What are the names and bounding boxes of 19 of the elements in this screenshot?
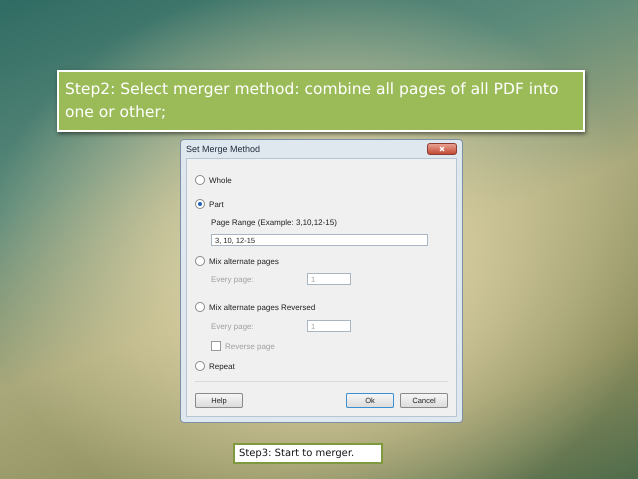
radio-button[interactable]	[195, 256, 205, 266]
step-banner: Step2: Select merger method: combine all pages of all PDF into one or other;	[57, 70, 585, 132]
option-label: Mix alternate pages	[209, 256, 279, 266]
window-title: Set Merge Method	[186, 144, 260, 154]
radio-button[interactable]	[195, 361, 205, 371]
field-label: Every page:	[211, 274, 255, 284]
field-label: Every page:	[211, 322, 255, 330]
radio-button[interactable]	[195, 199, 205, 209]
radio-button[interactable]	[195, 302, 205, 312]
field-label: Page Range (Example: 3,10,12-15)	[211, 218, 337, 226]
option-label: Whole	[209, 176, 232, 184]
checkbox-label: Reverse page	[225, 342, 275, 350]
close-icon	[439, 146, 445, 152]
step-caption: Step3: Start to merger.	[233, 443, 383, 464]
option-label: Repeat	[209, 362, 235, 370]
close-button[interactable]	[427, 143, 457, 155]
option-label: Part	[209, 200, 224, 208]
option-label: Mix alternate pages Reversed	[209, 302, 316, 312]
radio-button[interactable]	[195, 175, 205, 185]
